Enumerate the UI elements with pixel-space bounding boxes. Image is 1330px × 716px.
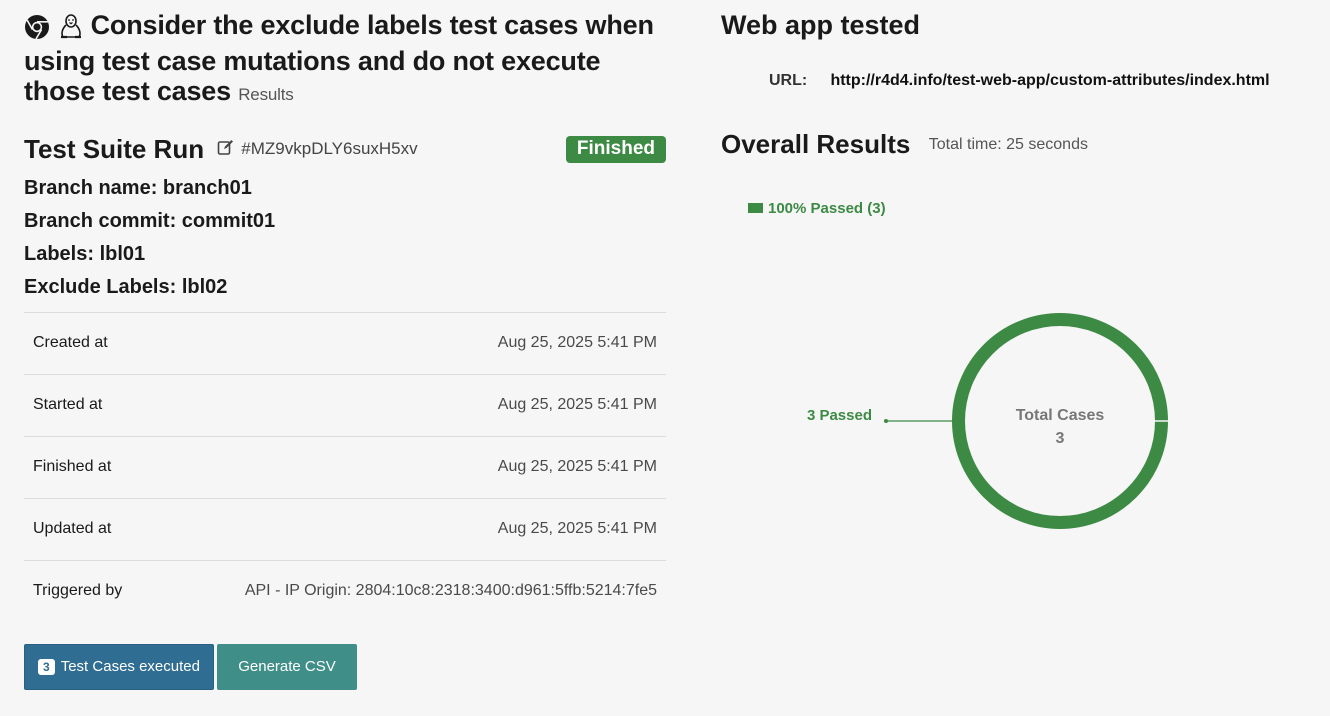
action-buttons: 3 Test Cases executed Generate CSV (24, 643, 666, 690)
page-title-suffix: Results (238, 84, 294, 104)
results-donut-chart: 3 Passed Total Cases 3 (807, 313, 1169, 529)
page-title-text: Consider the exclude labels test cases w… (24, 10, 654, 106)
table-row: Finished at Aug 25, 2025 5:41 PM (24, 437, 666, 499)
row-key: Created at (33, 334, 108, 352)
branch-commit: Branch commit: commit01 (24, 209, 276, 232)
table-row: Created at Aug 25, 2025 5:41 PM (24, 313, 666, 375)
slice-label: 3 Passed (807, 407, 872, 424)
edit-icon[interactable] (217, 139, 242, 158)
test-cases-executed-button[interactable]: 3 Test Cases executed (24, 643, 214, 690)
details-table: Created at Aug 25, 2025 5:41 PM Started … (24, 311, 666, 622)
suite-title: Test Suite Run (24, 133, 205, 164)
table-row: Triggered by API - IP Origin: 2804:10c8:… (24, 561, 666, 622)
browser-os-icons (24, 13, 83, 46)
table-row: Started at Aug 25, 2025 5:41 PM (24, 375, 666, 437)
donut-center-label: Total Cases (1016, 407, 1105, 424)
row-key: Finished at (33, 458, 112, 476)
overall-results-title: Overall Results (721, 129, 911, 159)
exclude-labels: Exclude Labels: lbl02 (24, 275, 228, 298)
branch-name: Branch name: branch01 (24, 176, 252, 199)
total-time: Total time: 25 seconds (928, 135, 1088, 153)
donut-center-value: 3 (1056, 430, 1065, 447)
page-title: Consider the exclude labels test cases w… (24, 10, 666, 110)
results-panel: Web app tested URL: http://r4d4.info/tes… (721, 10, 1311, 217)
url-row: URL: http://r4d4.info/test-web-app/custo… (769, 72, 1311, 90)
web-app-title: Web app tested (721, 10, 921, 40)
url-label: URL: (769, 72, 808, 89)
run-panel: Consider the exclude labels test cases w… (24, 10, 666, 690)
table-row: Updated at Aug 25, 2025 5:41 PM (24, 499, 666, 561)
overall-results-header: Overall Results Total time: 25 seconds (721, 129, 1311, 160)
labels: Labels: lbl01 (24, 242, 146, 265)
suite-id[interactable]: #MZ9vkpDLY6suxH5xv (217, 139, 418, 159)
row-value: Aug 25, 2025 5:41 PM (497, 396, 657, 414)
suite-id-text: #MZ9vkpDLY6suxH5xv (241, 139, 418, 159)
executed-label: Test Cases executed (60, 658, 200, 676)
row-key: Started at (33, 396, 103, 414)
row-value: API - IP Origin: 2804:10c8:2318:3400:d96… (244, 582, 657, 600)
legend-label: 100% Passed (3) (768, 200, 886, 217)
url-value[interactable]: http://r4d4.info/test-web-app/custom-att… (830, 72, 1269, 89)
row-value: Aug 25, 2025 5:41 PM (497, 334, 657, 352)
row-key: Triggered by (33, 582, 123, 600)
row-value: Aug 25, 2025 5:41 PM (497, 458, 657, 476)
generate-csv-button[interactable]: Generate CSV (217, 643, 357, 690)
slice-leader-dot (884, 419, 888, 423)
chart-legend[interactable]: 100% Passed (3) (748, 200, 1311, 217)
legend-swatch (748, 203, 763, 213)
row-value: Aug 25, 2025 5:41 PM (497, 520, 657, 538)
chrome-icon (24, 14, 50, 46)
linux-icon (59, 14, 83, 46)
suite-meta: Branch name: branch01 Branch commit: com… (24, 172, 666, 304)
executed-count-badge: 3 (38, 658, 55, 675)
status-badge: Finished (565, 135, 666, 163)
row-key: Updated at (33, 520, 112, 538)
suite-header: Test Suite Run #MZ9vkpDLY6suxH5xv Finish… (24, 134, 666, 168)
